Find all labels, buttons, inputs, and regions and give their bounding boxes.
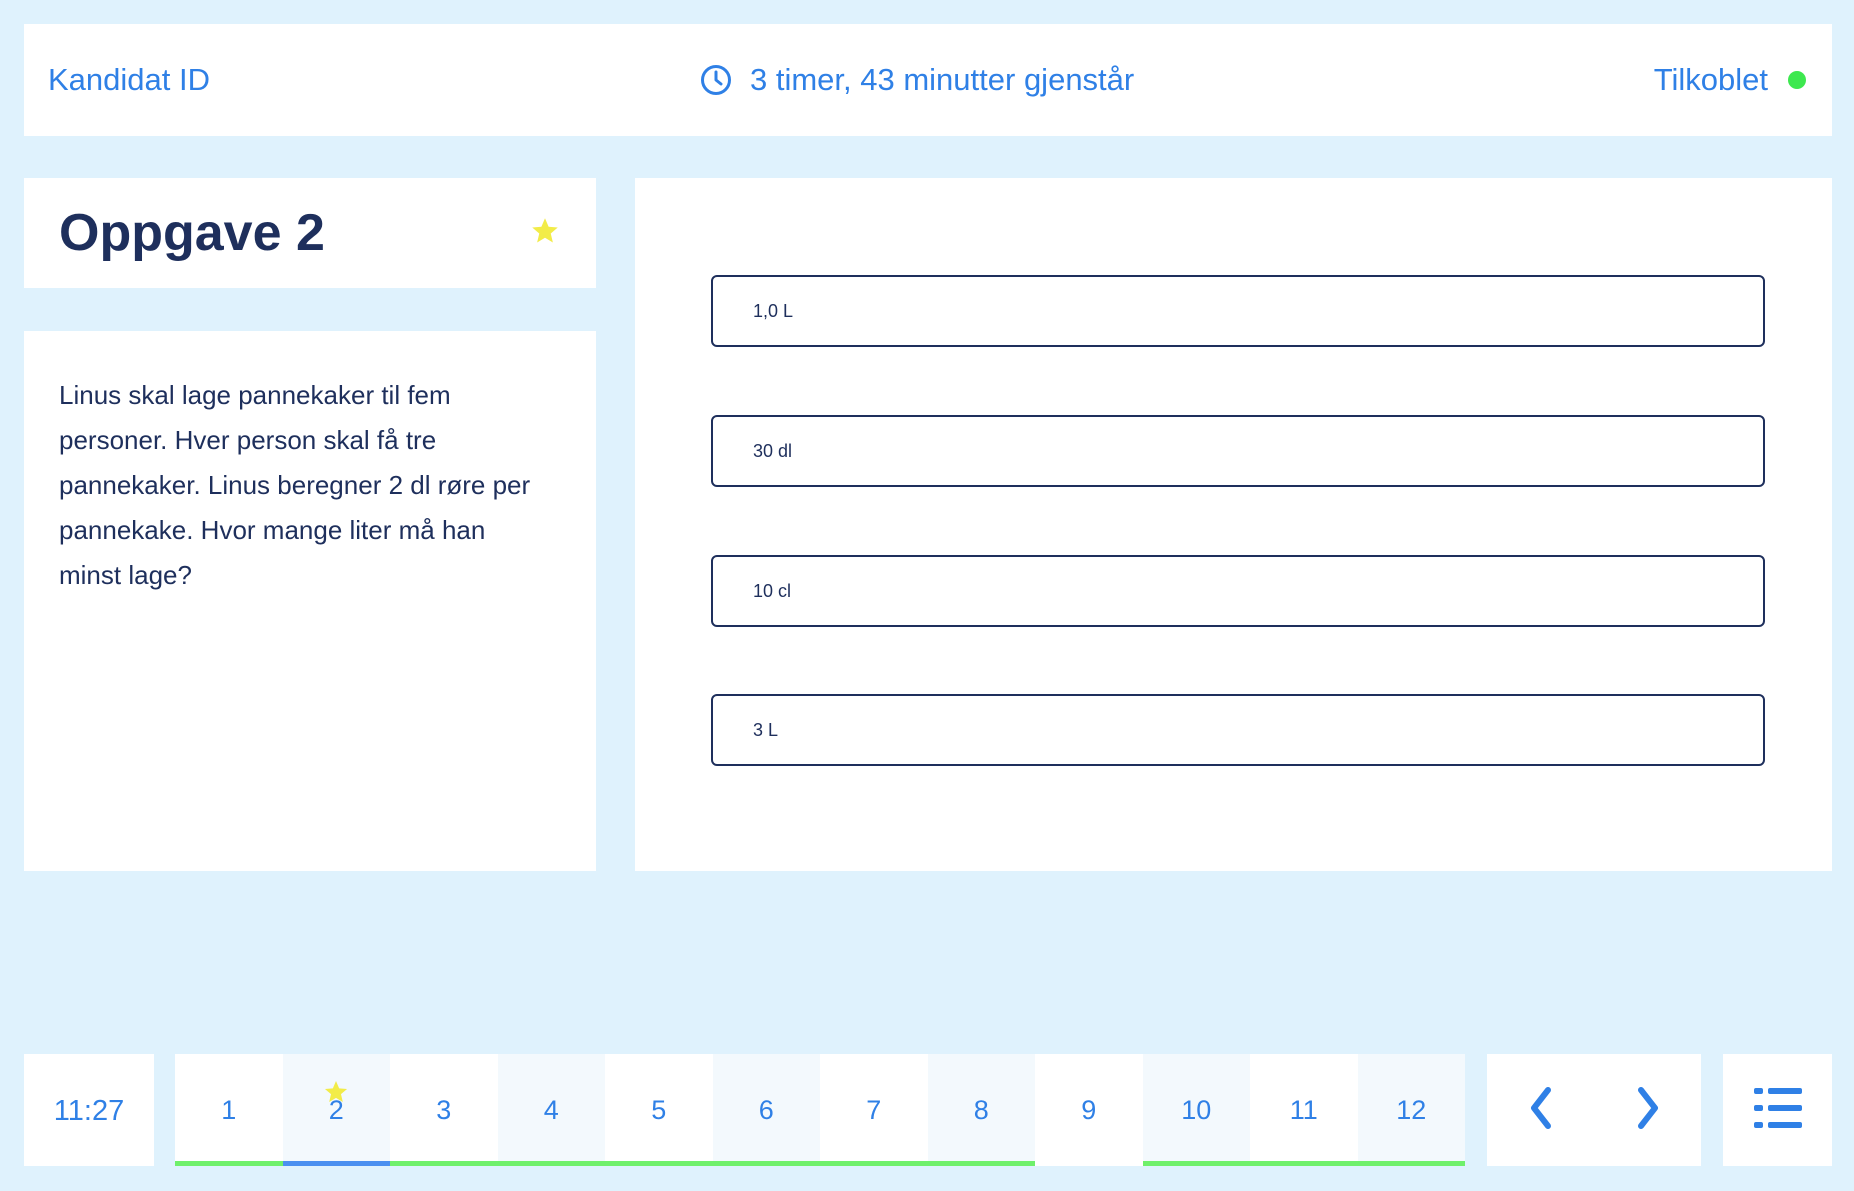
question-number: 9 — [1081, 1095, 1097, 1125]
question-number: 5 — [651, 1095, 667, 1125]
previous-question-button[interactable] — [1487, 1054, 1594, 1166]
question-nav-item-4[interactable]: 4 — [497, 1054, 605, 1166]
clock-card: 11:27 — [24, 1054, 154, 1166]
question-number: 11 — [1289, 1095, 1318, 1125]
chevron-right-icon — [1633, 1084, 1663, 1137]
connection-status: Tilkoblet — [1654, 24, 1806, 136]
question-number: 4 — [543, 1095, 559, 1125]
question-list-button[interactable] — [1723, 1054, 1832, 1166]
answers-card: 1,0 L 30 dl 10 cl 3 L — [635, 178, 1832, 871]
question-nav-item-12[interactable]: 12 — [1357, 1054, 1465, 1166]
question-number: 1 — [221, 1095, 237, 1125]
question-nav-item-2[interactable]: 2 — [282, 1054, 390, 1166]
question-number: 6 — [758, 1095, 774, 1125]
answer-option[interactable]: 1,0 L — [711, 275, 1765, 347]
candidate-id-label: Kandidat ID — [48, 62, 210, 97]
header-bar: Kandidat ID 3 timer, 43 minutter gjenstå… — [24, 24, 1832, 136]
answered-indicator — [605, 1161, 713, 1166]
menu-card — [1723, 1054, 1832, 1166]
question-number: 8 — [973, 1095, 989, 1125]
connection-status-dot — [1788, 71, 1806, 89]
question-nav-item-5[interactable]: 5 — [605, 1054, 713, 1166]
question-nav-item-10[interactable]: 10 — [1142, 1054, 1250, 1166]
question-nav-item-7[interactable]: 7 — [820, 1054, 928, 1166]
time-remaining-text: 3 timer, 43 minutter gjenstår — [750, 62, 1135, 97]
question-nav-item-8[interactable]: 8 — [927, 1054, 1035, 1166]
timer: 3 timer, 43 minutter gjenstår — [700, 24, 1134, 136]
question-title-card: Oppgave 2 — [24, 178, 596, 288]
current-indicator — [282, 1161, 390, 1166]
question-nav-item-1[interactable]: 1 — [175, 1054, 283, 1166]
answered-indicator — [1142, 1161, 1250, 1166]
question-body-card: Linus skal lage pannekaker til fem perso… — [24, 331, 596, 871]
answered-indicator — [712, 1161, 820, 1166]
question-number: 10 — [1181, 1095, 1212, 1125]
arrow-navigation — [1487, 1054, 1701, 1166]
list-menu-icon — [1752, 1085, 1804, 1136]
answered-indicator — [390, 1161, 498, 1166]
star-icon[interactable] — [530, 216, 560, 251]
question-nav-item-3[interactable]: 3 — [390, 1054, 498, 1166]
answer-option[interactable]: 30 dl — [711, 415, 1765, 487]
question-title: Oppgave 2 — [59, 204, 325, 262]
question-navigation: 1 2 3 4 5 6 7 8 9 10 11 12 — [175, 1054, 1465, 1166]
answered-indicator — [1357, 1161, 1465, 1166]
answered-indicator — [820, 1161, 928, 1166]
star-icon — [323, 1040, 349, 1152]
chevron-left-icon — [1526, 1084, 1556, 1137]
answered-indicator — [175, 1161, 283, 1166]
question-number: 12 — [1396, 1095, 1427, 1125]
next-question-button[interactable] — [1594, 1054, 1701, 1166]
answered-indicator — [1250, 1161, 1358, 1166]
clock-display: 11:27 — [53, 1095, 125, 1127]
question-nav-item-9[interactable]: 9 — [1035, 1054, 1143, 1166]
clock-icon — [700, 64, 732, 96]
answered-indicator — [927, 1161, 1035, 1166]
question-nav-item-11[interactable]: 11 — [1250, 1054, 1358, 1166]
answer-option[interactable]: 10 cl — [711, 555, 1765, 627]
connection-status-label: Tilkoblet — [1653, 62, 1768, 97]
answer-option[interactable]: 3 L — [711, 694, 1765, 766]
question-text: Linus skal lage pannekaker til fem perso… — [59, 380, 531, 590]
question-nav-item-6[interactable]: 6 — [712, 1054, 820, 1166]
question-number: 7 — [866, 1095, 882, 1125]
question-number: 3 — [436, 1095, 452, 1125]
answered-indicator — [497, 1161, 605, 1166]
